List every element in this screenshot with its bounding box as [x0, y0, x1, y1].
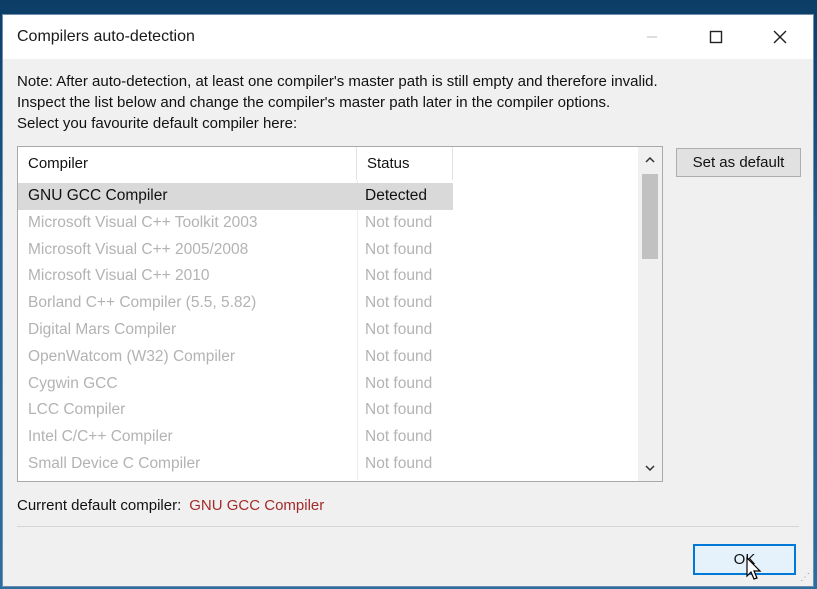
- compiler-name: Cygwin GCC: [28, 374, 118, 392]
- list-item[interactable]: OpenWatcom (W32) Compiler Not found: [18, 344, 453, 371]
- compiler-status: Not found: [365, 428, 433, 446]
- compiler-status: Not found: [365, 320, 433, 338]
- list-item[interactable]: GNU GCC Compiler Detected: [18, 183, 453, 210]
- compiler-name: Intel C/C++ Compiler: [28, 428, 173, 446]
- list-item[interactable]: Borland C++ Compiler (5.5, 5.82) Not foun…: [18, 290, 453, 317]
- note-line-2: Inspect the list below and change the co…: [17, 94, 611, 111]
- compilers-dialog: Compilers auto-detection Note: After aut…: [2, 14, 814, 587]
- list-item[interactable]: LCC Compiler Not found: [18, 397, 453, 424]
- list-header: Compiler Status: [18, 147, 638, 180]
- vertical-scrollbar[interactable]: [638, 147, 662, 481]
- compiler-name: OpenWatcom (W32) Compiler: [28, 347, 236, 365]
- list-item[interactable]: Intel C/C++ Compiler Not found: [18, 424, 453, 451]
- scroll-up-button[interactable]: [638, 147, 662, 173]
- compiler-status: Not found: [365, 294, 433, 312]
- compiler-status: Not found: [365, 347, 433, 365]
- compiler-status: Not found: [365, 213, 433, 231]
- current-default-value: GNU GCC Compiler: [189, 497, 325, 514]
- compiler-status: Detected: [365, 187, 428, 204]
- compiler-name: Borland C++ Compiler (5.5, 5.82): [28, 294, 257, 312]
- minimize-button[interactable]: [620, 15, 684, 59]
- compiler-status: Not found: [365, 401, 433, 419]
- window-title: Compilers auto-detection: [17, 28, 195, 45]
- compiler-status: Not found: [365, 240, 433, 258]
- maximize-button[interactable]: [684, 15, 748, 59]
- maximize-icon: [709, 30, 723, 44]
- compiler-name: Digital Mars Compiler: [28, 320, 177, 338]
- chevron-up-icon: [645, 157, 655, 163]
- scroll-down-button[interactable]: [638, 455, 662, 481]
- resize-grip-icon[interactable]: ⋰: [800, 572, 810, 583]
- list-item[interactable]: Digital Mars Compiler Not found: [18, 317, 453, 344]
- compiler-name: Microsoft Visual C++ 2005/2008: [28, 240, 249, 258]
- compiler-name: GNU GCC Compiler: [28, 187, 168, 204]
- list-item[interactable]: Microsoft Visual C++ 2005/2008 Not found: [18, 237, 453, 264]
- note-text: Note: After auto-detection, at least one…: [17, 71, 807, 134]
- mouse-cursor-icon: [746, 557, 762, 580]
- scroll-thumb[interactable]: [642, 174, 658, 259]
- list-item[interactable]: Microsoft Visual C++ Toolkit 2003 Not fou…: [18, 210, 453, 237]
- close-button[interactable]: [748, 15, 812, 59]
- list-rows: GNU GCC Compiler Detected Microsoft Visual…: [18, 183, 638, 478]
- list-item[interactable]: Microsoft Visual C++ 2010 Not found: [18, 263, 453, 290]
- divider: [17, 526, 799, 527]
- set-as-default-button[interactable]: Set as default: [676, 148, 801, 177]
- ok-button[interactable]: OK: [693, 544, 796, 575]
- column-header-compiler[interactable]: Compiler: [18, 147, 357, 180]
- chevron-down-icon: [645, 465, 655, 471]
- note-line-3: Select you favourite default compiler he…: [17, 115, 298, 132]
- minimize-icon: [647, 36, 657, 38]
- compiler-list[interactable]: Compiler Status GNU GCC Compiler Detected…: [17, 146, 663, 482]
- note-line-1: Note: After auto-detection, at least one…: [17, 73, 658, 90]
- list-item[interactable]: Small Device C Compiler Not found: [18, 451, 453, 478]
- current-default: Current default compiler: GNU GCC Compile…: [17, 497, 324, 514]
- column-header-status[interactable]: Status: [357, 147, 453, 180]
- list-item[interactable]: Cygwin GCC Not found: [18, 371, 453, 398]
- title-bar: Compilers auto-detection: [3, 15, 813, 59]
- compiler-status: Not found: [365, 267, 433, 285]
- compiler-status: Not found: [365, 374, 433, 392]
- current-default-label: Current default compiler:: [17, 497, 182, 514]
- compiler-status: Not found: [365, 454, 433, 472]
- compiler-name: Small Device C Compiler: [28, 454, 201, 472]
- compiler-name: Microsoft Visual C++ Toolkit 2003: [28, 213, 258, 231]
- compiler-name: LCC Compiler: [28, 401, 126, 419]
- close-icon: [773, 30, 787, 44]
- compiler-name: Microsoft Visual C++ 2010: [28, 267, 210, 285]
